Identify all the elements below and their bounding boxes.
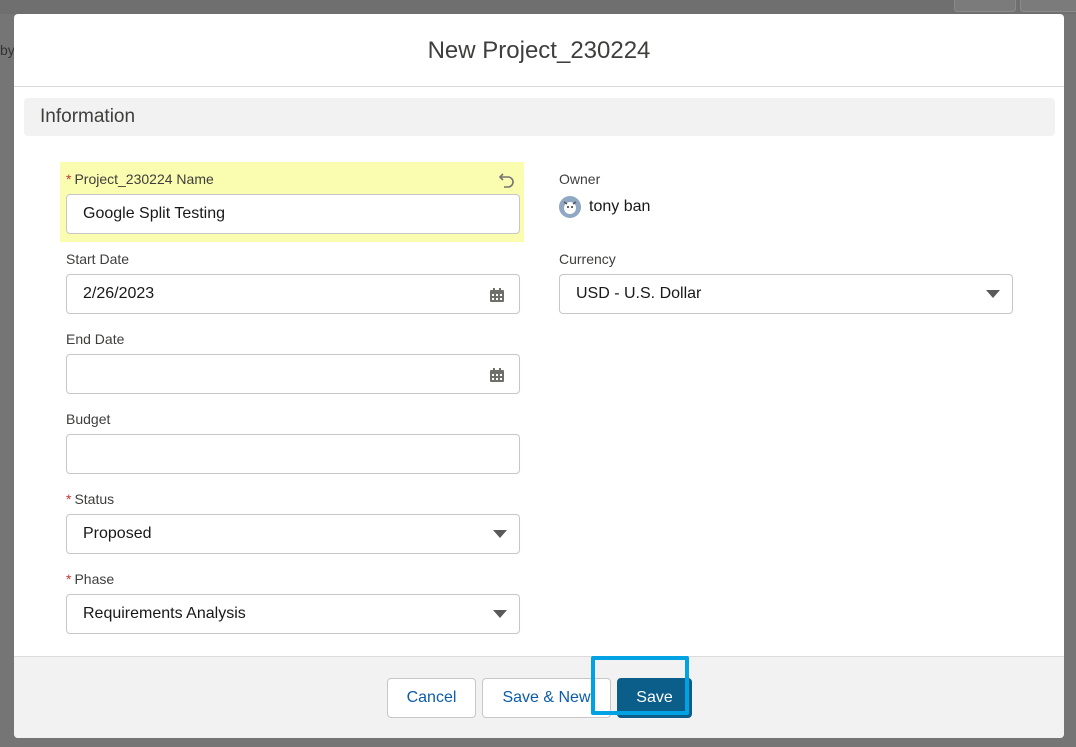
phase-value: Requirements Analysis bbox=[83, 605, 246, 622]
end-date-input[interactable] bbox=[66, 354, 520, 394]
owner-value-row: tony ban bbox=[559, 196, 1013, 218]
budget-input[interactable] bbox=[66, 434, 520, 474]
currency-select[interactable]: USD - U.S. Dollar bbox=[559, 274, 1013, 314]
project-name-input[interactable]: Google Split Testing bbox=[66, 194, 520, 234]
budget-label: Budget bbox=[66, 411, 111, 427]
field-project-name: * Project_230224 Name Google Split Testi… bbox=[66, 170, 520, 234]
chevron-down-icon bbox=[493, 530, 507, 538]
field-label: * Project_230224 Name bbox=[66, 170, 520, 188]
undo-icon[interactable] bbox=[498, 170, 516, 188]
status-value: Proposed bbox=[83, 525, 152, 542]
user-avatar-icon bbox=[559, 196, 581, 218]
end-date-label: End Date bbox=[66, 331, 125, 347]
start-date-value: 2/26/2023 bbox=[83, 285, 155, 302]
field-phase: * Phase Requirements Analysis bbox=[66, 570, 520, 634]
modal-title: New Project_230224 bbox=[427, 37, 651, 64]
status-label: Status bbox=[74, 491, 115, 507]
owner-name-link[interactable]: tony ban bbox=[589, 198, 650, 216]
field-start-date: Start Date 2/26/2023 bbox=[66, 250, 520, 314]
cancel-button[interactable]: Cancel bbox=[387, 678, 476, 718]
modal-body: Information * Project_230224 Name Google… bbox=[14, 88, 1064, 656]
phase-label: Phase bbox=[74, 571, 115, 587]
required-marker: * bbox=[66, 171, 72, 187]
project-name-label: Project_230224 Name bbox=[74, 171, 214, 187]
section-header-information[interactable]: Information bbox=[24, 98, 1055, 136]
background-page-strip bbox=[0, 0, 1076, 14]
field-budget: Budget bbox=[66, 410, 520, 474]
currency-value: USD - U.S. Dollar bbox=[576, 285, 702, 302]
save-button-focus-outline bbox=[591, 656, 689, 715]
currency-label: Currency bbox=[559, 251, 616, 267]
field-label: * Phase bbox=[66, 570, 520, 588]
new-record-modal: New Project_230224 Information * Project… bbox=[14, 14, 1064, 738]
section-title: Information bbox=[40, 106, 136, 127]
modal-header: New Project_230224 bbox=[14, 14, 1064, 87]
field-currency: Currency USD - U.S. Dollar bbox=[559, 250, 1013, 314]
background-partial-text: by bbox=[0, 42, 15, 58]
owner-label: Owner bbox=[559, 171, 601, 187]
field-owner: Owner tony ban bbox=[559, 170, 1013, 218]
background-button bbox=[954, 0, 1016, 12]
required-marker: * bbox=[66, 491, 72, 507]
field-status: * Status Proposed bbox=[66, 490, 520, 554]
start-date-input[interactable]: 2/26/2023 bbox=[66, 274, 520, 314]
chevron-down-icon bbox=[493, 610, 507, 618]
start-date-label: Start Date bbox=[66, 251, 130, 267]
required-marker: * bbox=[66, 571, 72, 587]
modal-footer: Cancel Save & New Save bbox=[14, 656, 1064, 738]
calendar-icon[interactable] bbox=[489, 367, 505, 383]
field-label: * Status bbox=[66, 490, 520, 508]
status-select[interactable]: Proposed bbox=[66, 514, 520, 554]
background-button bbox=[1020, 0, 1076, 12]
phase-select[interactable]: Requirements Analysis bbox=[66, 594, 520, 634]
chevron-down-icon bbox=[986, 290, 1000, 298]
field-end-date: End Date bbox=[66, 330, 520, 394]
calendar-icon[interactable] bbox=[489, 287, 505, 303]
